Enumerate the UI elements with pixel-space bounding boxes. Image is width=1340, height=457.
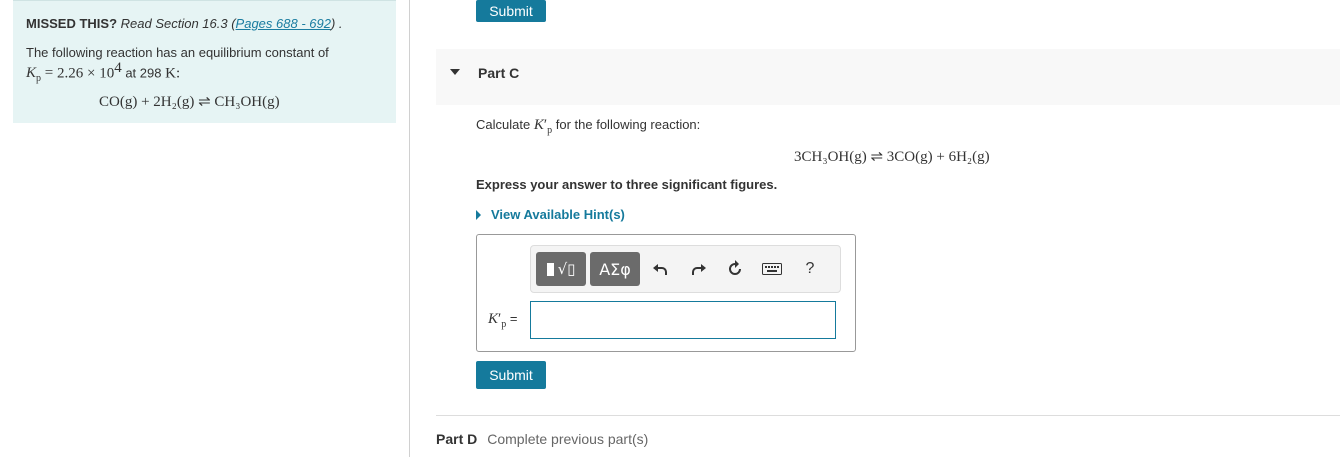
reset-icon[interactable] bbox=[724, 258, 746, 280]
missed-this-line: MISSED THIS? Read Section 16.3 (Pages 68… bbox=[26, 16, 343, 31]
read-suffix: ) . bbox=[330, 16, 343, 31]
calc-suffix: for the following reaction: bbox=[555, 117, 701, 132]
at-temp: at 298 bbox=[125, 65, 162, 81]
math-toolbar: √▯ ΑΣφ ? bbox=[530, 245, 841, 293]
part-d-title: Part D bbox=[436, 431, 478, 447]
kp-symbol: Kp = bbox=[26, 65, 57, 85]
submit-button-top[interactable]: Submit bbox=[476, 0, 546, 22]
caret-right-icon bbox=[476, 209, 481, 220]
help-icon[interactable]: ? bbox=[799, 258, 821, 280]
section-divider bbox=[436, 415, 1340, 416]
part-c-title: Part C bbox=[478, 65, 520, 81]
part-d-status: Complete previous part(s) bbox=[487, 431, 649, 447]
target-equation: 3CH₃OH(g) ⇌ 3CO(g) + 6H₂(g) bbox=[794, 149, 990, 165]
answer-input[interactable] bbox=[530, 301, 836, 339]
submit-button[interactable]: Submit bbox=[476, 361, 546, 389]
kp-value-line: Kp = 2.26 × 104 at 298 K: bbox=[26, 60, 180, 84]
left-equation: CO(g) + 2H₂(g) ⇌ CH₃OH(g) bbox=[99, 94, 280, 110]
temp-unit: K: bbox=[165, 65, 181, 82]
equals-sign: = bbox=[509, 311, 518, 326]
kp-prime-label: K′p bbox=[488, 311, 507, 330]
undo-icon[interactable] bbox=[649, 258, 671, 280]
part-c-header[interactable]: Part C bbox=[436, 49, 1340, 105]
kp-exponent: 4 bbox=[114, 60, 122, 76]
missed-this-panel: MISSED THIS? Read Section 16.3 (Pages 68… bbox=[13, 0, 396, 123]
hint-label: View Available Hint(s) bbox=[491, 207, 625, 222]
keyboard-icon[interactable] bbox=[761, 258, 783, 280]
intro-text: The following reaction has an equilibriu… bbox=[26, 45, 329, 60]
instruction-text: Express your answer to three significant… bbox=[476, 177, 778, 192]
template-icon bbox=[546, 262, 554, 276]
answer-label: K′p = bbox=[488, 311, 518, 330]
column-divider bbox=[409, 0, 410, 457]
kp-prime-symbol: K′p bbox=[533, 117, 553, 136]
radical-icon: √▯ bbox=[557, 260, 576, 278]
missed-label: MISSED THIS? bbox=[26, 16, 118, 31]
calculate-prompt: Calculate K′p for the following reaction… bbox=[476, 117, 700, 136]
part-d-row: Part D Complete previous part(s) bbox=[436, 431, 648, 447]
redo-icon[interactable] bbox=[688, 258, 710, 280]
kp-value: 2.26 × 10 bbox=[56, 65, 115, 82]
caret-down-icon bbox=[450, 69, 460, 75]
calc-prefix: Calculate bbox=[476, 117, 531, 132]
view-hints-link[interactable]: View Available Hint(s) bbox=[476, 207, 625, 222]
template-button[interactable]: √▯ bbox=[536, 252, 586, 286]
read-prefix: Read Section 16.3 ( bbox=[120, 16, 236, 31]
answer-box: √▯ ΑΣφ ? K′p = bbox=[476, 234, 856, 352]
greek-button[interactable]: ΑΣφ bbox=[590, 252, 640, 286]
pages-link[interactable]: Pages 688 - 692 bbox=[236, 16, 331, 31]
